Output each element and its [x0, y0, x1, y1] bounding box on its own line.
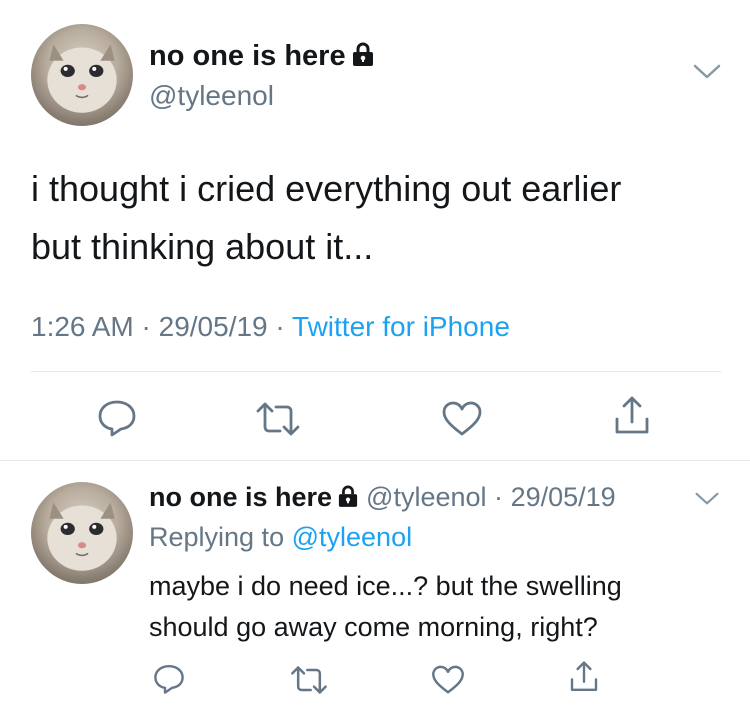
separator: · [275, 311, 285, 342]
replying-prefix: Replying to [149, 522, 285, 552]
tweet-date: 29/05/19 [158, 311, 268, 342]
tweet-text-line: but thinking about it... [31, 226, 374, 267]
divider [0, 460, 750, 461]
tweet-text: i thought i cried everything out earlier… [31, 160, 721, 276]
author-handle[interactable]: @tyleenol [149, 80, 274, 112]
divider [31, 371, 721, 372]
like-button[interactable] [440, 400, 484, 443]
reply-author-name[interactable]: no one is here [149, 482, 332, 512]
separator: · [141, 311, 151, 342]
reply-text: maybe i do need ice...? but the swelling… [149, 566, 719, 648]
heart-icon [432, 665, 464, 694]
tweet-text-line: i thought i cried everything out earlier [31, 168, 622, 209]
tweet-source-link[interactable]: Twitter for iPhone [292, 311, 510, 342]
tweet-time: 1:26 AM [31, 311, 134, 342]
separator: · [494, 482, 504, 512]
share-icon [570, 661, 598, 692]
chevron-down-icon[interactable] [694, 490, 720, 513]
reply-retweet-button[interactable] [289, 665, 329, 700]
lock-icon [338, 483, 358, 514]
reply-text-line: maybe i do need ice...? but the swelling [149, 571, 622, 601]
reply-share-button[interactable] [568, 660, 600, 699]
reply-author-avatar[interactable] [31, 482, 133, 584]
crying-cat-image [47, 44, 117, 113]
reply-date: 29/05/19 [510, 482, 616, 512]
comment-icon [154, 665, 184, 694]
replying-mention-link[interactable]: @tyleenol [292, 522, 412, 552]
retweet-icon [291, 666, 327, 694]
heart-icon [442, 401, 482, 436]
author-avatar[interactable] [31, 24, 133, 126]
chevron-down-icon[interactable] [692, 62, 722, 87]
comment-icon [98, 400, 136, 437]
reply-author-handle[interactable]: @tyleenol [366, 482, 486, 512]
replying-to: Replying to @tyleenol [149, 522, 412, 553]
reply-text-line: should go away come morning, right? [149, 612, 598, 642]
retweet-icon [256, 402, 300, 436]
share-button[interactable] [612, 395, 652, 442]
tweet-meta: 1:26 AM · 29/05/19 · Twitter for iPhone [31, 311, 510, 343]
retweet-button[interactable] [254, 401, 302, 442]
reply-button[interactable] [96, 398, 138, 443]
reply-header: no one is here @tyleenol · 29/05/19 [149, 482, 616, 514]
lock-icon [352, 41, 374, 74]
reply-like-button[interactable] [430, 664, 466, 701]
crying-cat-image [47, 502, 117, 571]
reply-reply-button[interactable] [152, 663, 186, 700]
author-name[interactable]: no one is here [149, 40, 374, 74]
share-icon [615, 396, 649, 434]
